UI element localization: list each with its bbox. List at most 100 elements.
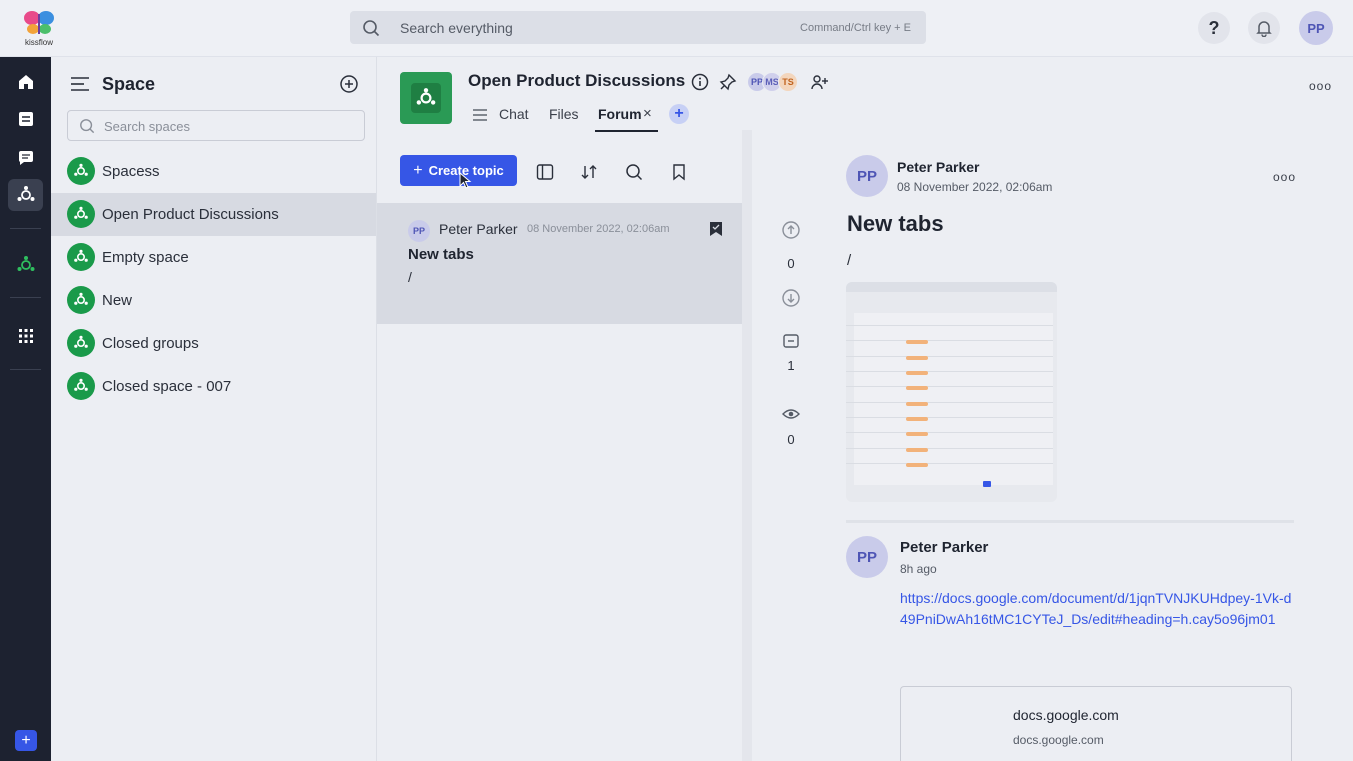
pane-splitter[interactable] xyxy=(742,130,752,761)
pin-icon[interactable] xyxy=(719,73,737,91)
sidebar-item-closed-groups[interactable]: Closed groups xyxy=(51,322,376,365)
sidebar-item-new[interactable]: New xyxy=(51,279,376,322)
comment-icon xyxy=(783,334,799,348)
topic-title: New tabs xyxy=(408,246,474,263)
plus-icon: + xyxy=(21,731,31,749)
panel-toggle-icon[interactable] xyxy=(536,163,554,181)
post-author-avatar[interactable]: PP xyxy=(846,155,888,197)
space-search-input[interactable]: Search spaces xyxy=(67,110,365,141)
rail-divider xyxy=(10,228,41,229)
topic-author: Peter Parker xyxy=(439,221,518,237)
rail-tasks[interactable] xyxy=(8,103,43,135)
green-space-icon xyxy=(17,256,34,271)
comments-button[interactable] xyxy=(775,333,807,356)
rail-home[interactable] xyxy=(8,66,43,98)
arrow-up-icon xyxy=(782,221,800,239)
home-icon xyxy=(18,75,33,89)
reply-link[interactable]: https://docs.google.com/document/d/1jqnT… xyxy=(900,588,1294,630)
rail-add-button[interactable]: + xyxy=(15,730,37,751)
topic-body: / xyxy=(408,269,412,285)
tab-forum[interactable]: Forum xyxy=(598,106,642,122)
butterfly-logo-icon xyxy=(24,11,54,34)
menu-icon[interactable] xyxy=(70,76,90,92)
sidebar-title: Space xyxy=(102,74,156,94)
post-body: / xyxy=(847,252,852,269)
downvote-button[interactable] xyxy=(775,288,807,313)
post-divider xyxy=(846,520,1294,523)
spaces-icon xyxy=(17,186,34,201)
tab-chat[interactable]: Chat xyxy=(499,106,529,122)
search-placeholder: Search everything xyxy=(400,20,513,36)
add-tab-button[interactable]: + xyxy=(669,104,689,124)
sidebar-item-label: Spacess xyxy=(102,163,160,180)
attached-screenshot[interactable] xyxy=(846,282,1057,502)
space-more-button[interactable]: ooo xyxy=(1309,79,1332,93)
add-space-icon[interactable] xyxy=(339,74,359,94)
add-member-icon[interactable] xyxy=(811,74,829,90)
search-icon[interactable] xyxy=(625,163,643,181)
notifications-button[interactable] xyxy=(1248,12,1280,44)
sidebar-item-label: Closed space - 007 xyxy=(102,378,232,395)
rail-apps[interactable] xyxy=(8,320,43,352)
space-search-placeholder: Search spaces xyxy=(104,119,190,134)
sidebar-item-label: Open Product Discussions xyxy=(102,206,279,223)
space-icon xyxy=(67,286,95,314)
sort-icon[interactable] xyxy=(580,163,598,181)
search-icon xyxy=(80,119,95,134)
space-title: Open Product Discussions xyxy=(468,71,686,90)
tabs-menu-icon[interactable] xyxy=(472,108,488,122)
rail-spaces[interactable] xyxy=(8,179,43,211)
rail-divider xyxy=(10,297,41,298)
comment-count: 1 xyxy=(787,358,795,373)
post-author: Peter Parker xyxy=(897,159,980,175)
reply-time: 8h ago xyxy=(900,562,937,576)
reply-author-avatar[interactable]: PP xyxy=(846,536,888,578)
plus-icon: + xyxy=(413,161,423,179)
preview-title: docs.google.com xyxy=(1013,707,1119,723)
sidebar-item-open-product-discussions[interactable]: Open Product Discussions xyxy=(51,193,376,236)
space-icon xyxy=(67,200,95,228)
chat-icon xyxy=(18,151,33,165)
rail-chat[interactable] xyxy=(8,142,43,174)
upvote-button[interactable] xyxy=(775,220,807,245)
space-icon xyxy=(67,157,95,185)
arrow-down-icon xyxy=(782,289,800,307)
sidebar-item-label: Closed groups xyxy=(102,335,199,352)
sidebar-item-empty-space[interactable]: Empty space xyxy=(51,236,376,279)
topic-card[interactable]: PP Peter Parker 08 November 2022, 02:06a… xyxy=(377,203,742,324)
sidebar-item-closed-space-007[interactable]: Closed space - 007 xyxy=(51,365,376,408)
post-more-button[interactable]: ooo xyxy=(1273,170,1296,184)
top-bar: kissflow Search everything Command/Ctrl … xyxy=(0,0,1353,57)
sidebar-item-spacess[interactable]: Spacess xyxy=(51,150,376,193)
nav-rail: + xyxy=(0,57,51,761)
task-list-icon xyxy=(18,112,33,126)
search-shortcut-hint: Command/Ctrl key + E xyxy=(800,22,911,34)
eye-icon xyxy=(782,409,800,419)
apps-grid-icon xyxy=(18,329,33,343)
tab-files[interactable]: Files xyxy=(549,106,579,122)
views-indicator xyxy=(775,407,807,426)
space-icon xyxy=(67,372,95,400)
kissflow-logo[interactable]: kissflow xyxy=(19,8,59,50)
help-button[interactable]: ? xyxy=(1198,12,1230,44)
info-icon[interactable] xyxy=(691,73,709,91)
view-count: 0 xyxy=(787,432,795,447)
active-tab-indicator xyxy=(595,130,658,132)
user-avatar[interactable]: PP xyxy=(1299,11,1333,45)
link-preview-card[interactable]: docs.google.com docs.google.com xyxy=(900,686,1292,761)
member-avatar[interactable]: TS xyxy=(778,72,798,92)
reply-author: Peter Parker xyxy=(900,539,989,556)
space-icon xyxy=(67,243,95,271)
rail-divider xyxy=(10,369,41,370)
tab-close-icon[interactable]: × xyxy=(643,105,652,122)
preview-subtitle: docs.google.com xyxy=(1013,733,1104,747)
bookmark-filled-icon[interactable] xyxy=(709,221,723,237)
sidebar-item-label: New xyxy=(102,292,133,309)
rail-space-app[interactable] xyxy=(8,249,43,281)
global-search[interactable]: Search everything Command/Ctrl key + E xyxy=(350,11,926,44)
bookmark-icon[interactable] xyxy=(670,163,688,181)
space-icon xyxy=(67,329,95,357)
post-date: 08 November 2022, 02:06am xyxy=(897,180,1053,194)
search-icon xyxy=(363,20,380,37)
mouse-cursor-icon xyxy=(459,172,472,189)
